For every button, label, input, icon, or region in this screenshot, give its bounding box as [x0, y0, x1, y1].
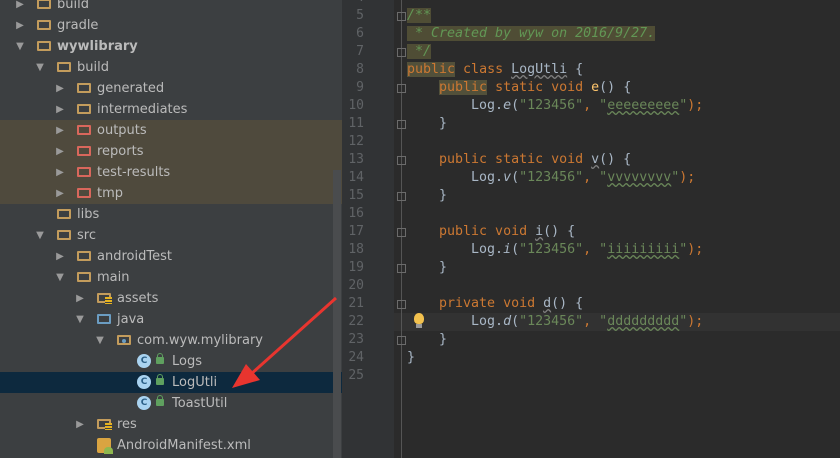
annotation-arrow [232, 296, 338, 388]
arrow-shaft [248, 296, 338, 377]
arrow-head [232, 364, 260, 388]
